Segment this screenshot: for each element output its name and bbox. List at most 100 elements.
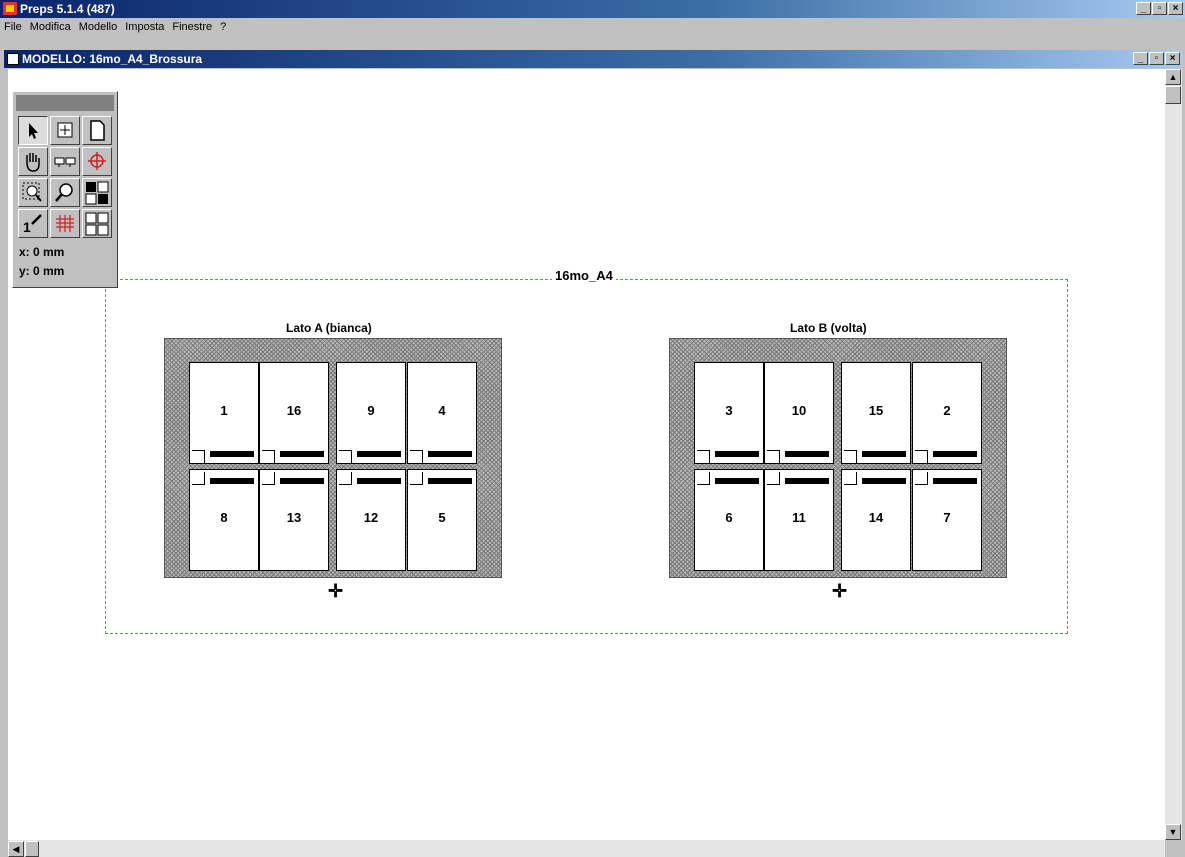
page-fold-corner bbox=[339, 450, 352, 463]
page-cell[interactable]: 8 bbox=[189, 469, 259, 571]
vertical-scroll-thumb[interactable] bbox=[1165, 86, 1181, 104]
page-fold-corner bbox=[262, 472, 275, 485]
menu-finestre[interactable]: Finestre bbox=[168, 18, 216, 37]
page-margin-bar bbox=[862, 478, 906, 484]
page-cell[interactable]: 4 bbox=[407, 362, 477, 464]
page-fold-corner bbox=[192, 472, 205, 485]
minimize-button[interactable]: _ bbox=[1136, 2, 1151, 15]
page-cell[interactable]: 11 bbox=[764, 469, 834, 571]
page-cell[interactable]: 13 bbox=[259, 469, 329, 571]
vertical-scrollbar[interactable]: ▲ ▼ bbox=[1165, 69, 1182, 840]
page-cell[interactable]: 12 bbox=[336, 469, 406, 571]
page-icon[interactable] bbox=[82, 116, 112, 145]
page-fold-corner bbox=[844, 472, 857, 485]
scroll-down-button[interactable]: ▼ bbox=[1165, 824, 1181, 840]
page-margin-bar bbox=[933, 451, 977, 457]
page-cell[interactable]: 7 bbox=[912, 469, 982, 571]
page-number: 6 bbox=[725, 510, 733, 525]
page-fold-corner bbox=[844, 450, 857, 463]
page-cell[interactable]: 15 bbox=[841, 362, 911, 464]
page-number: 13 bbox=[286, 510, 302, 525]
pair-icon[interactable] bbox=[50, 147, 80, 176]
page-cell[interactable]: 5 bbox=[407, 469, 477, 571]
menu-bar: File Modifica Modello Imposta Finestre ? bbox=[0, 18, 1185, 37]
scroll-up-button[interactable]: ▲ bbox=[1165, 69, 1181, 85]
document-title-bar: MODELLO: 16mo_A4_Brossura _ ▫ × bbox=[4, 50, 1182, 68]
page-cell[interactable]: 1 bbox=[189, 362, 259, 464]
doc-restore-button[interactable]: ▫ bbox=[1149, 52, 1164, 65]
page-cell[interactable]: 3 bbox=[694, 362, 764, 464]
page-fold-corner bbox=[697, 472, 710, 485]
hand-icon[interactable] bbox=[18, 147, 48, 176]
page-fold-corner bbox=[767, 472, 780, 485]
page-margin-bar bbox=[715, 451, 759, 457]
restore-button[interactable]: ▫ bbox=[1152, 2, 1167, 15]
page-number: 7 bbox=[943, 510, 951, 525]
menu-imposta[interactable]: Imposta bbox=[121, 18, 168, 37]
page-number: 8 bbox=[220, 510, 228, 525]
scroll-left-button[interactable]: ◀ bbox=[8, 841, 24, 857]
app-title-bar: Preps 5.1.4 (487) _ ▫ × bbox=[0, 0, 1185, 18]
page-fold-corner bbox=[767, 450, 780, 463]
page-margin-bar bbox=[933, 478, 977, 484]
horizontal-scrollbar[interactable]: ◀ bbox=[8, 840, 1165, 857]
page-fold-corner bbox=[262, 450, 275, 463]
imposition-icon[interactable] bbox=[82, 209, 112, 238]
page-fold-corner bbox=[915, 472, 928, 485]
document-title: MODELLO: 16mo_A4_Brossura bbox=[22, 52, 203, 66]
layout-name: 16mo_A4 bbox=[552, 268, 616, 283]
page-number: 1 bbox=[220, 403, 228, 418]
page-margin-bar bbox=[357, 451, 401, 457]
svg-text:1: 1 bbox=[23, 219, 31, 235]
page-cell[interactable]: 2 bbox=[912, 362, 982, 464]
document-icon bbox=[7, 53, 19, 65]
menu-modifica[interactable]: Modifica bbox=[26, 18, 75, 37]
page-margin-bar bbox=[210, 451, 254, 457]
page-number-icon[interactable]: 1 bbox=[18, 209, 48, 238]
palette-title-bar[interactable] bbox=[16, 95, 114, 111]
zoom-area-icon[interactable] bbox=[18, 178, 48, 207]
page-number: 2 bbox=[943, 403, 951, 418]
pointer-icon[interactable] bbox=[18, 116, 48, 145]
page-cell[interactable]: 16 bbox=[259, 362, 329, 464]
page-margin-bar bbox=[428, 451, 472, 457]
page-margin-bar bbox=[785, 478, 829, 484]
page-fold-corner bbox=[339, 472, 352, 485]
page-cell[interactable]: 10 bbox=[764, 362, 834, 464]
grid-icon[interactable] bbox=[50, 209, 80, 238]
page-margin-bar bbox=[862, 451, 906, 457]
page-cell[interactable]: 6 bbox=[694, 469, 764, 571]
registration-mark-icon[interactable] bbox=[82, 147, 112, 176]
page-cell[interactable]: 14 bbox=[841, 469, 911, 571]
page-number: 4 bbox=[438, 403, 446, 418]
page-number: 3 bbox=[725, 403, 733, 418]
page-number: 5 bbox=[438, 510, 446, 525]
page-number: 15 bbox=[868, 403, 884, 418]
page-margin-bar bbox=[357, 478, 401, 484]
menu-modello[interactable]: Modello bbox=[75, 18, 122, 37]
fold-cross-icon[interactable] bbox=[82, 178, 112, 207]
page-margin-bar bbox=[785, 451, 829, 457]
page-margin-bar bbox=[715, 478, 759, 484]
zoom-icon[interactable] bbox=[50, 178, 80, 207]
page-fold-corner bbox=[915, 450, 928, 463]
move-icon[interactable] bbox=[50, 116, 80, 145]
side-b-label: Lato B (volta) bbox=[790, 321, 867, 335]
doc-close-button[interactable]: × bbox=[1165, 52, 1180, 65]
page-fold-corner bbox=[410, 450, 423, 463]
menu-help[interactable]: ? bbox=[216, 18, 230, 37]
doc-minimize-button[interactable]: _ bbox=[1133, 52, 1148, 65]
page-fold-corner bbox=[410, 472, 423, 485]
page-margin-bar bbox=[280, 478, 324, 484]
center-mark-side-b: ✛ bbox=[832, 581, 848, 601]
menu-file[interactable]: File bbox=[0, 18, 26, 37]
page-number: 11 bbox=[792, 510, 806, 525]
page-number: 12 bbox=[363, 510, 379, 525]
page-cell[interactable]: 9 bbox=[336, 362, 406, 464]
page-number: 14 bbox=[868, 510, 884, 525]
close-button[interactable]: × bbox=[1168, 2, 1183, 15]
page-fold-corner bbox=[192, 450, 205, 463]
center-mark-side-a: ✛ bbox=[328, 581, 344, 601]
horizontal-scroll-thumb[interactable] bbox=[25, 841, 39, 857]
x-coordinate-readout: x: 0 mm bbox=[19, 245, 65, 259]
